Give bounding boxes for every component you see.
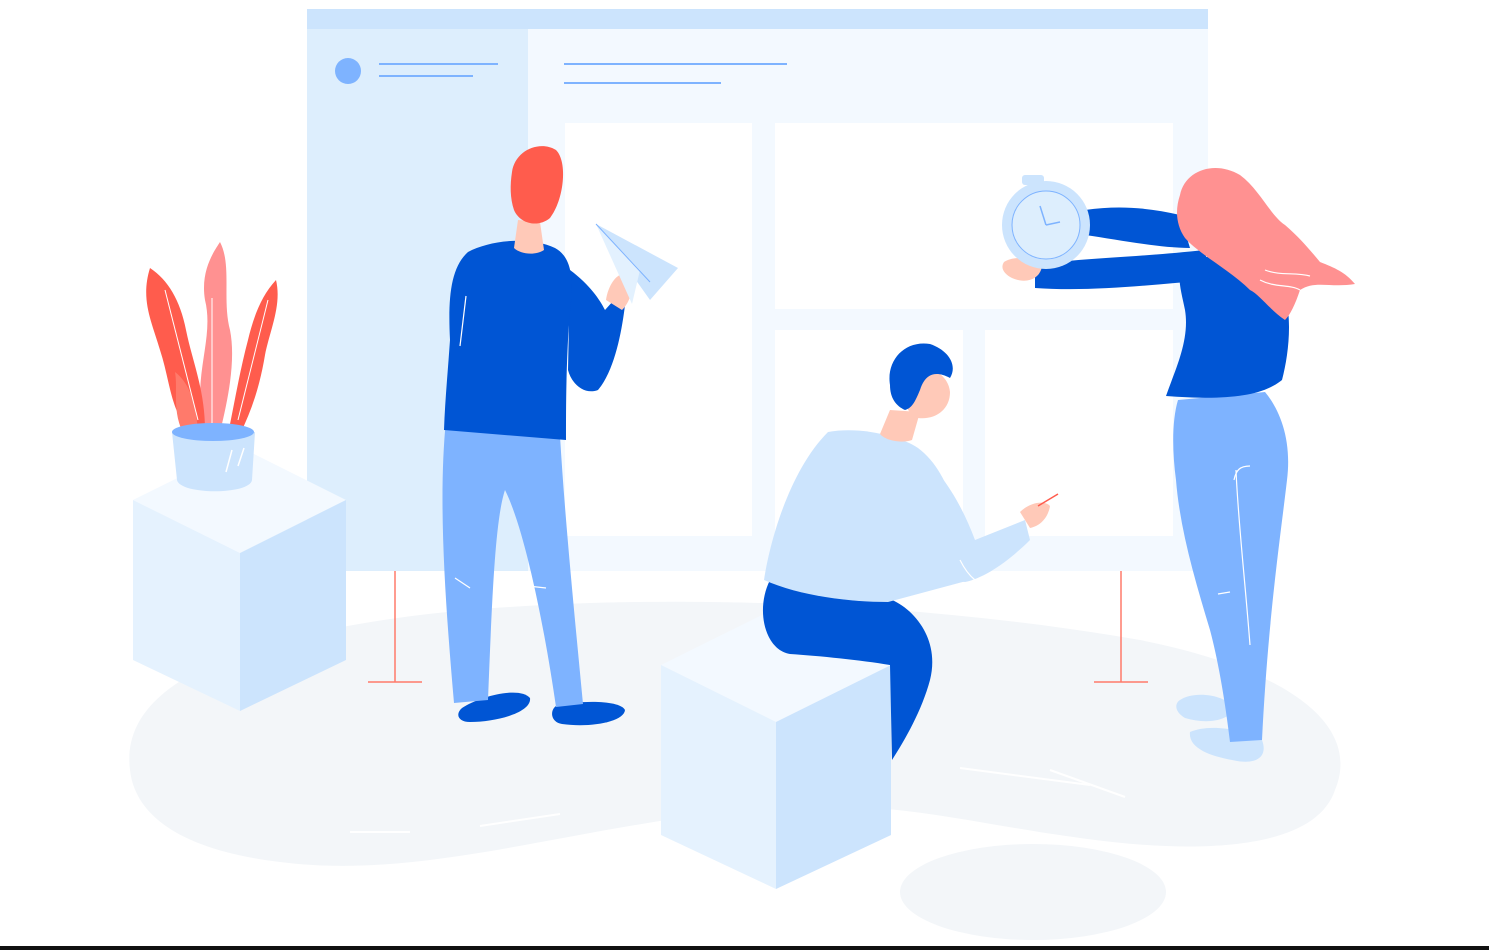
- header-text-line: [564, 63, 787, 65]
- ground-shadow-small: [900, 844, 1166, 940]
- sidebar-text-line: [379, 63, 498, 65]
- torso: [444, 240, 572, 440]
- browser-window: [307, 9, 1208, 571]
- sidebar-text-line: [379, 75, 473, 77]
- content-card: [985, 330, 1173, 536]
- neck: [514, 220, 544, 254]
- plant-icon: [146, 242, 278, 492]
- team-board-illustration: [129, 9, 1355, 940]
- bottom-divider: [0, 946, 1489, 950]
- illustration-scene: [0, 0, 1489, 950]
- header-text-line: [564, 82, 721, 84]
- avatar: [335, 58, 361, 84]
- window-title-bar: [307, 9, 1208, 29]
